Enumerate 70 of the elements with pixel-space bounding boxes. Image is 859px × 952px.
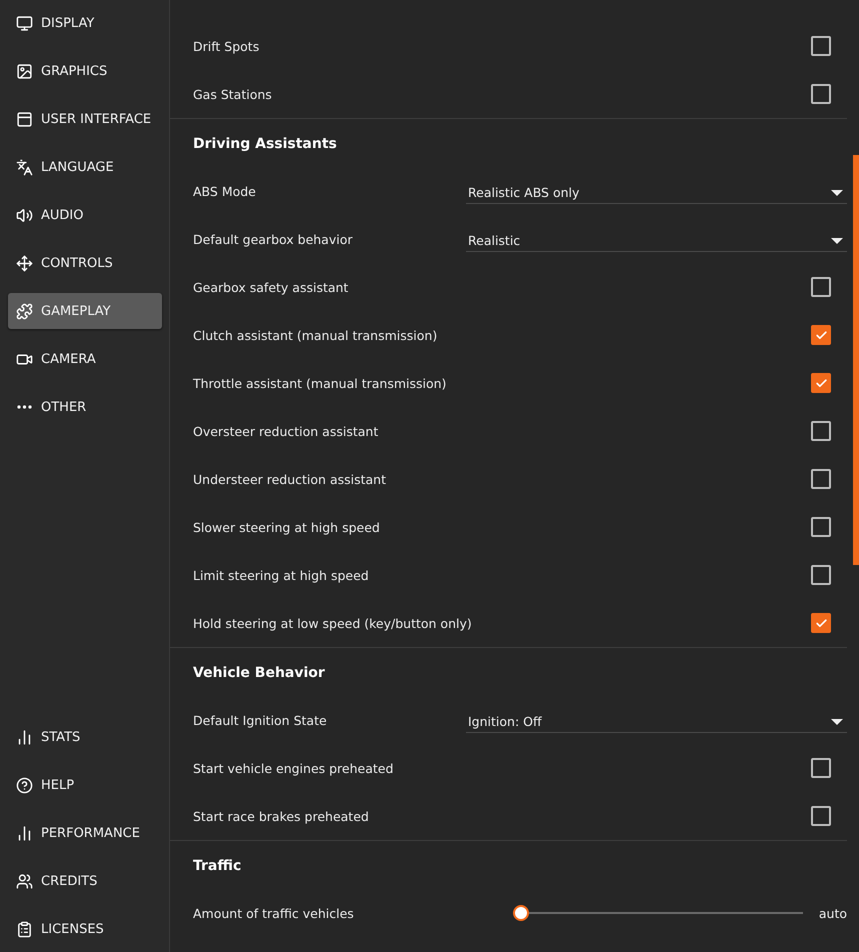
sidebar-item[interactable]: CONTROLS (8, 245, 162, 281)
dropdown[interactable]: Realistic (466, 226, 847, 252)
checkbox[interactable] (811, 565, 831, 585)
section-heading: Traffic (192, 857, 242, 876)
setting-label: ABS Mode (193, 184, 257, 198)
setting-label: Limit steering at high speed (193, 568, 370, 582)
caret-icon (831, 238, 843, 244)
more-icon (17, 405, 32, 409)
setting-label: Default Ignition State (193, 712, 328, 728)
slider-track[interactable] (513, 905, 803, 921)
dropdown[interactable]: Realistic ABS only (466, 178, 847, 204)
checkbox[interactable] (811, 613, 831, 633)
caret-icon (831, 718, 843, 724)
setting-label: Slower steering at high speed (193, 520, 381, 534)
checkbox[interactable] (811, 325, 831, 345)
image-icon (16, 62, 33, 80)
sidebar-item[interactable]: HELP (8, 767, 162, 803)
section-heading: Driving Assistants (192, 135, 338, 154)
check-icon (814, 616, 828, 630)
clipboard-icon (16, 920, 33, 938)
setting-label: Understeer reduction assistant (193, 472, 387, 486)
help-icon (16, 776, 33, 794)
sidebar-item[interactable]: CREDITS (8, 863, 162, 899)
bar-chart-icon (16, 824, 33, 842)
sidebar-item[interactable]: CAMERA (8, 341, 162, 377)
checkbox[interactable] (811, 758, 831, 778)
checkbox[interactable] (811, 806, 831, 826)
monitor-icon (16, 14, 33, 32)
scrollbar[interactable] (853, 155, 859, 565)
sidebar-item[interactable]: AUDIO (8, 197, 162, 233)
setting-label: Clutch assistant (manual transmission) (193, 328, 438, 342)
bar-chart-icon (16, 728, 33, 746)
setting-label: Gas Stations (193, 86, 273, 102)
setting-label: Amount of traffic vehicles (193, 906, 355, 920)
checkbox[interactable] (811, 84, 831, 104)
slider-value: auto (818, 906, 847, 920)
checkbox[interactable] (811, 373, 831, 393)
sidebar-item[interactable]: LICENSES (8, 911, 162, 947)
checkbox[interactable] (811, 469, 831, 489)
sidebar-item[interactable]: PERFORMANCE (8, 815, 162, 851)
setting-label: Drift Spots (193, 38, 260, 54)
setting-label: Default gearbox behavior (193, 232, 354, 246)
translate-icon (16, 158, 33, 176)
sidebar-item[interactable]: GAMEPLAY (8, 293, 162, 329)
puzzle-icon (16, 302, 33, 320)
setting-label: Throttle assistant (manual transmission) (193, 376, 448, 390)
checkbox[interactable] (811, 36, 831, 56)
sidebar-item[interactable]: STATS (8, 719, 162, 755)
caret-icon (831, 190, 843, 196)
window-icon (16, 110, 33, 128)
setting-label: Oversteer reduction assistant (193, 424, 380, 438)
dropdown[interactable]: Ignition: Off (466, 707, 847, 733)
checkbox[interactable] (811, 277, 831, 297)
section-heading: Vehicle Behavior (192, 664, 326, 683)
setting-label: Hold steering at low speed (key/button only) (193, 616, 473, 630)
setting-label: Start race brakes preheated (193, 808, 370, 824)
checkbox[interactable] (811, 517, 831, 537)
check-icon (814, 328, 828, 342)
check-icon (814, 376, 828, 390)
setting-label: Start vehicle engines preheated (193, 760, 394, 776)
setting-label: Gearbox safety assistant (193, 280, 350, 294)
sidebar-item[interactable]: OTHER (8, 389, 162, 425)
checkbox[interactable] (811, 421, 831, 441)
sidebar-item[interactable]: DISPLAY (8, 5, 162, 41)
people-icon (16, 872, 33, 890)
slider-thumb[interactable] (513, 905, 529, 921)
sidebar-item[interactable]: LANGUAGE (8, 149, 162, 185)
sidebar-item[interactable]: USER INTERFACE (8, 101, 162, 137)
sidebar-item[interactable]: GRAPHICS (8, 53, 162, 89)
speaker-icon (16, 206, 33, 224)
